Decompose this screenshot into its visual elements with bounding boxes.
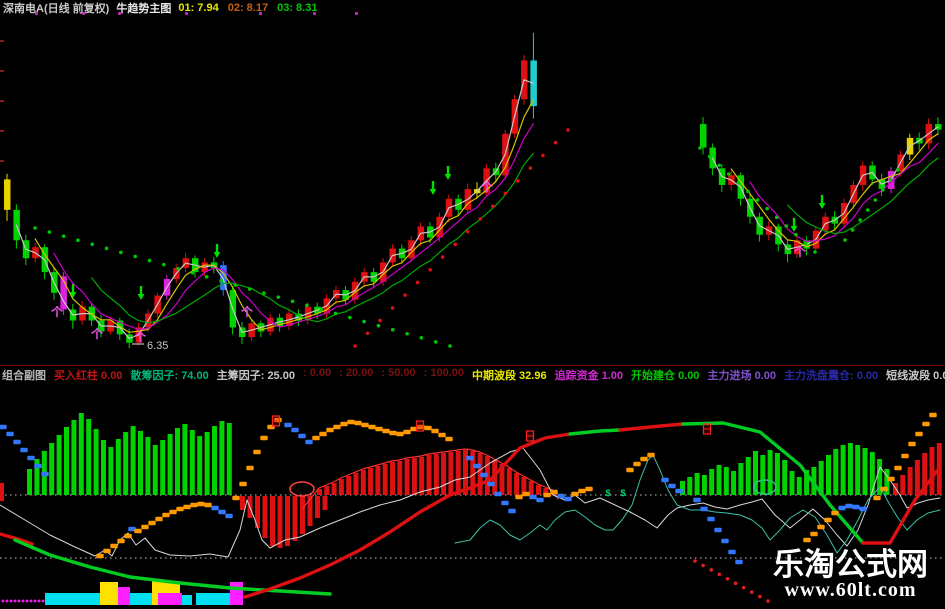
trading-app-window: 深南电A(日线 前复权) 牛趋势主图 01: 7.94 02: 8.17 03: 8…: [0, 0, 945, 609]
moving-averages-segment-1: [711, 126, 939, 250]
watermark-site-name: 乐淘公式网: [773, 547, 928, 582]
header-values: 01: 7.94 02: 8.17 03: 8.31: [178, 2, 317, 14]
svg-text:$: $: [605, 488, 610, 498]
svg-text:个: 个: [133, 329, 147, 344]
left-axis-ticks: [0, 40, 4, 162]
svg-text:个: 个: [240, 304, 254, 319]
indicator-item: 主筹因子: 25.00: [216, 369, 295, 382]
edge-bar: [0, 483, 4, 501]
svg-text:$: $: [620, 488, 625, 498]
bottom-ribbon-blocks: [45, 581, 243, 605]
indicator-item: 买入红柱 0.00: [54, 369, 123, 382]
sub-indicator-label-bar: 组合副图 买入红柱 0.00 散筹因子: 74.00 主筹因子: 25.00 : 0.…: [0, 367, 945, 382]
header-value: 03: 8.31: [277, 2, 318, 14]
indicator-item: 追踪资金 1.00: [554, 369, 624, 382]
green-histogram-left: [27, 413, 232, 495]
indicator-item: : 0.00: [302, 367, 332, 379]
magenta-dot: [313, 12, 316, 15]
indicator-item: : 20.00: [339, 367, 374, 379]
magenta-bottom-dots: [1, 599, 45, 603]
trend-dotted-lines: [33, 128, 900, 348]
svg-text:个: 个: [50, 304, 64, 319]
indicator-item: : 100.00: [423, 367, 464, 379]
svg-text:个: 个: [793, 244, 807, 259]
candles-segment-1: [700, 117, 942, 263]
candles-segment-0: [4, 32, 537, 349]
magenta-dot: [118, 12, 121, 15]
header-value: 02: 8.17: [227, 2, 269, 14]
indicator-item: 散筹因子: 74.00: [130, 369, 209, 382]
magenta-dot: [82, 12, 85, 15]
sub-panel-title: 组合副图: [2, 369, 46, 382]
indicator-item: 中期波段 32.96: [471, 369, 547, 382]
magenta-dot: [355, 12, 358, 15]
svg-text:个: 个: [480, 179, 494, 194]
indicator-item: 短线波段 0.00: [886, 369, 945, 382]
stock-title: 深南电A(日线 前复权): [3, 3, 110, 15]
watermark-url: www.60lt.com: [784, 579, 917, 601]
chart-header: 深南电A(日线 前复权) 牛趋势主图 01: 7.94 02: 8.17 03: 8…: [0, 0, 945, 16]
main-candlestick-chart[interactable]: 个个 个个个个6.35: [0, 16, 945, 365]
dollar-marks: $ $: [605, 488, 625, 498]
indicator-item: 主力进场 0.00: [707, 369, 776, 382]
svg-text:6.35: 6.35: [147, 340, 168, 352]
indicator-item: 主力洗盘震仓: 0.00: [783, 369, 879, 382]
indicator-item: 开始建仓 0.00: [631, 369, 700, 382]
indicator-items: 买入红柱 0.00 散筹因子: 74.00 主筹因子: 25.00 : 0.00 : 2…: [54, 367, 945, 382]
svg-text:个: 个: [90, 326, 104, 341]
watermark: 乐淘公式网 www.60lt.com: [758, 549, 943, 600]
magenta-dot: [35, 12, 38, 15]
magenta-dot: [259, 12, 262, 15]
panel-divider: [0, 365, 945, 366]
main-indicator-name: 牛趋势主图: [116, 3, 172, 15]
indicator-item: : 50.00: [381, 367, 416, 379]
magenta-dot: [185, 12, 188, 15]
